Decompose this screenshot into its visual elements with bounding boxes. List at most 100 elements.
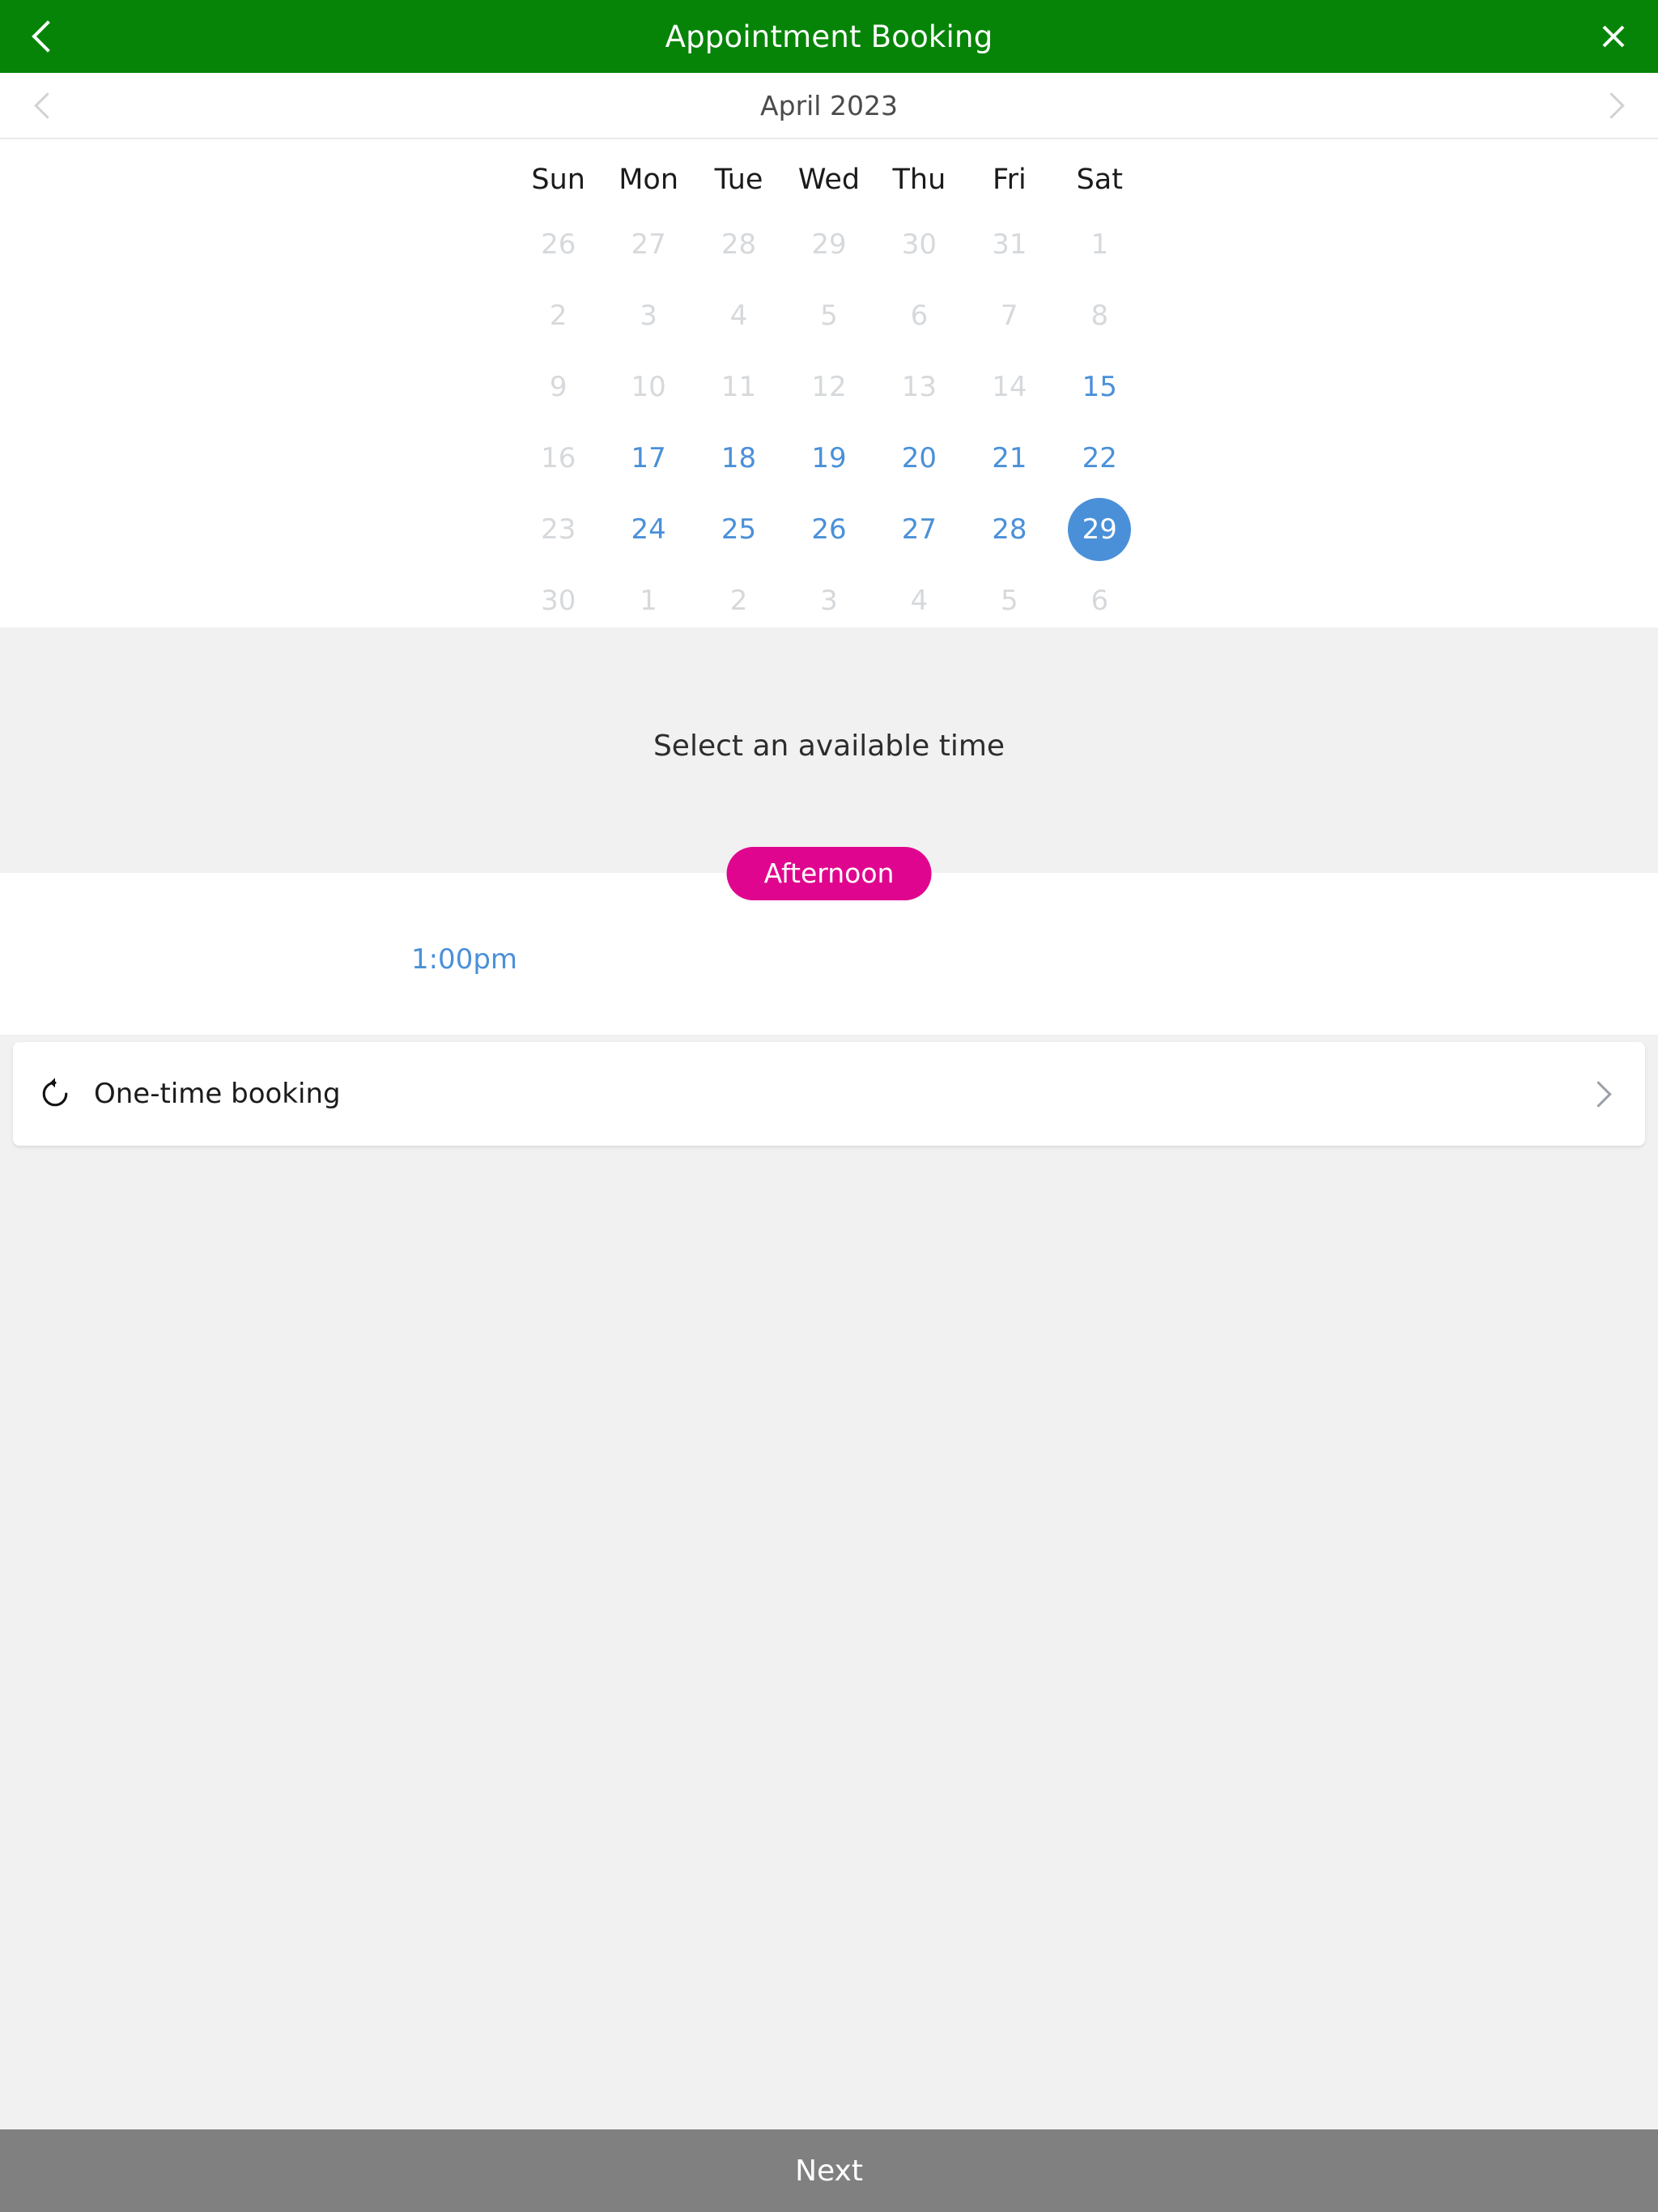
calendar-day-cell: 28 xyxy=(694,209,784,280)
calendar-day-26[interactable]: 26 xyxy=(797,498,861,561)
calendar-day-1: 1 xyxy=(1090,228,1109,261)
calendar-day-24[interactable]: 24 xyxy=(617,498,680,561)
calendar-day-cell: 27 xyxy=(603,209,693,280)
calendar-weekday-header-row: Sun Mon Tue Wed Thu Fri Sat xyxy=(513,151,1145,209)
calendar-day-cell[interactable]: 25 xyxy=(694,494,784,565)
calendar-day-cell[interactable]: 15 xyxy=(1055,351,1145,423)
calendar-day-cell: 6 xyxy=(1055,565,1145,636)
calendar-day-31: 31 xyxy=(992,228,1027,261)
time-slot-list: 1:00pm xyxy=(0,943,929,976)
calendar-day-17[interactable]: 17 xyxy=(617,427,680,490)
calendar-day-29-selected[interactable]: 29 xyxy=(1068,498,1132,561)
calendar-day-28[interactable]: 28 xyxy=(978,498,1041,561)
calendar-day-2: 2 xyxy=(549,300,568,332)
calendar-day-cell[interactable]: 20 xyxy=(874,423,964,494)
calendar-day-cell: 23 xyxy=(513,494,603,565)
calendar-day-cell: 5 xyxy=(784,280,874,351)
calendar-day-5: 5 xyxy=(820,300,838,332)
chevron-right-icon xyxy=(1597,91,1625,119)
recurrence-row[interactable]: One-time booking xyxy=(13,1042,1645,1146)
calendar-day-cell[interactable]: 18 xyxy=(694,423,784,494)
calendar-day-cell[interactable]: 26 xyxy=(784,494,874,565)
calendar-day-20[interactable]: 20 xyxy=(887,427,950,490)
repeat-icon xyxy=(37,1076,73,1112)
month-navigation-bar: April 2023 xyxy=(0,73,1658,139)
calendar-day-cell: 6 xyxy=(874,280,964,351)
chevron-left-icon xyxy=(33,91,61,119)
previous-month-button[interactable] xyxy=(0,73,89,138)
calendar-day-cell: 5 xyxy=(964,565,1054,636)
calendar-day-cell[interactable]: 28 xyxy=(964,494,1054,565)
next-month-button[interactable] xyxy=(1569,73,1658,138)
calendar: Sun Mon Tue Wed Thu Fri Sat 26 27 28 29 30 31 1 2 3 4 5 6… xyxy=(0,139,1658,627)
time-section-heading: Select an available time xyxy=(653,730,1005,763)
calendar-day-5: 5 xyxy=(1001,585,1018,617)
close-button[interactable] xyxy=(1569,0,1658,73)
calendar-day-cell: 11 xyxy=(694,351,784,423)
calendar-day-29: 29 xyxy=(811,228,847,261)
calendar-day-7: 7 xyxy=(1001,300,1018,332)
chevron-right-icon xyxy=(1585,1080,1612,1108)
calendar-day-cell: 8 xyxy=(1055,280,1145,351)
calendar-day-cell: 31 xyxy=(964,209,1054,280)
calendar-day-21[interactable]: 21 xyxy=(978,427,1041,490)
calendar-day-cell: 7 xyxy=(964,280,1054,351)
next-button[interactable]: Next xyxy=(0,2129,1658,2212)
calendar-day-25[interactable]: 25 xyxy=(708,498,771,561)
calendar-day-23: 23 xyxy=(541,513,576,546)
calendar-day-30: 30 xyxy=(901,228,937,261)
calendar-day-cell[interactable]: 22 xyxy=(1055,423,1145,494)
calendar-day-15[interactable]: 15 xyxy=(1068,355,1131,419)
calendar-day-cell: 3 xyxy=(784,565,874,636)
calendar-day-cell[interactable]: 21 xyxy=(964,423,1054,494)
calendar-day-27: 27 xyxy=(631,228,666,261)
recurrence-label: One-time booking xyxy=(94,1078,341,1110)
calendar-day-cell: 1 xyxy=(1055,209,1145,280)
current-month-label: April 2023 xyxy=(760,89,898,121)
calendar-day-cell: 29 xyxy=(784,209,874,280)
back-button[interactable] xyxy=(0,0,89,73)
calendar-day-cell: 12 xyxy=(784,351,874,423)
calendar-day-16: 16 xyxy=(541,442,576,474)
calendar-weekday-mon: Mon xyxy=(619,164,679,196)
calendar-day-4: 4 xyxy=(729,300,748,332)
calendar-day-11: 11 xyxy=(721,371,757,403)
calendar-day-cell: 4 xyxy=(694,280,784,351)
next-button-label: Next xyxy=(795,2154,863,2188)
calendar-day-cell: 3 xyxy=(603,280,693,351)
calendar-day-cell[interactable]: 19 xyxy=(784,423,874,494)
calendar-day-27[interactable]: 27 xyxy=(887,498,950,561)
calendar-day-cell: 9 xyxy=(513,351,603,423)
calendar-day-6: 6 xyxy=(1090,585,1109,617)
calendar-day-cell[interactable]: 24 xyxy=(603,494,693,565)
calendar-weekday-thu: Thu xyxy=(892,164,946,196)
calendar-day-9: 9 xyxy=(549,371,568,403)
calendar-day-cell: 1 xyxy=(603,565,693,636)
chevron-left-icon xyxy=(32,20,64,53)
calendar-day-cell[interactable]: 27 xyxy=(874,494,964,565)
calendar-day-cell: 2 xyxy=(513,280,603,351)
calendar-day-22[interactable]: 22 xyxy=(1068,427,1131,490)
time-slot-option[interactable]: 1:00pm xyxy=(411,943,517,976)
calendar-weekday-sun: Sun xyxy=(531,164,585,196)
calendar-day-13: 13 xyxy=(901,371,937,403)
calendar-day-cell: 26 xyxy=(513,209,603,280)
time-selection-section: Select an available time xyxy=(0,627,1658,873)
calendar-day-cell: 4 xyxy=(874,565,964,636)
calendar-day-19[interactable]: 19 xyxy=(797,427,861,490)
calendar-day-4: 4 xyxy=(910,585,929,617)
period-tab-afternoon[interactable]: Afternoon xyxy=(726,847,932,900)
calendar-day-28: 28 xyxy=(721,228,757,261)
calendar-day-cell[interactable]: 29 xyxy=(1055,494,1145,565)
calendar-weekday-tue: Tue xyxy=(714,164,763,196)
calendar-day-cell[interactable]: 17 xyxy=(603,423,693,494)
page-title: Appointment Booking xyxy=(665,19,993,54)
calendar-day-3: 3 xyxy=(820,585,838,617)
calendar-day-cell: 16 xyxy=(513,423,603,494)
calendar-day-18[interactable]: 18 xyxy=(708,427,771,490)
calendar-day-6: 6 xyxy=(910,300,929,332)
calendar-day-3: 3 xyxy=(640,300,657,332)
calendar-day-14: 14 xyxy=(992,371,1027,403)
calendar-day-cell: 30 xyxy=(513,565,603,636)
calendar-day-12: 12 xyxy=(811,371,847,403)
